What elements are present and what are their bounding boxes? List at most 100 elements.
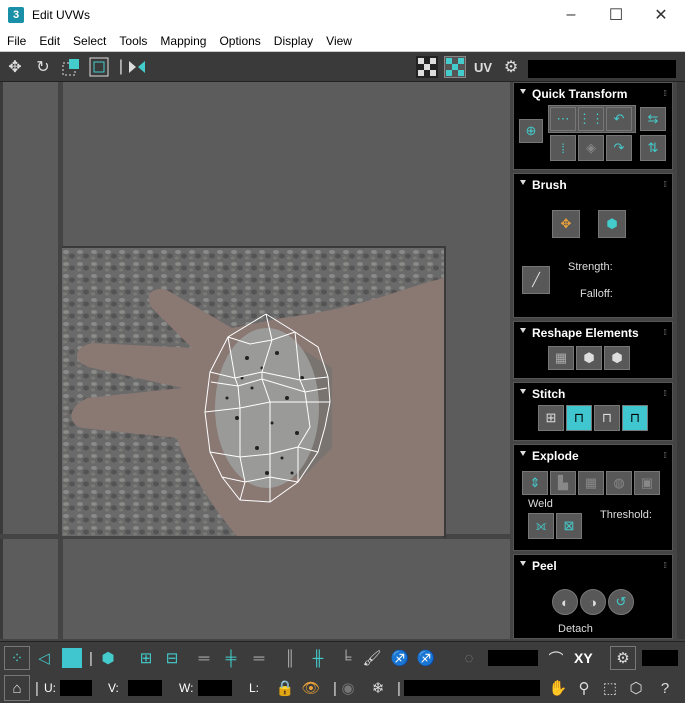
show-icon[interactable]: ◉ xyxy=(336,675,360,701)
stitch-to-source-button[interactable]: ⊓ xyxy=(566,405,592,431)
brush-falloff-button[interactable]: ╱ xyxy=(522,266,550,294)
stitch-average-button[interactable]: ⊓ xyxy=(594,405,620,431)
menu-edit[interactable]: Edit xyxy=(32,34,66,48)
zoom-extents-icon[interactable]: ⬡ xyxy=(624,675,648,701)
collapse-arrow-icon[interactable] xyxy=(520,451,526,456)
move-icon[interactable]: ✥ xyxy=(4,56,26,78)
explode-to-islands-button[interactable]: ▙ xyxy=(550,471,576,495)
grip-icon[interactable]: ⁞⁞ xyxy=(664,389,668,398)
rotate-cw-button[interactable]: ↷ xyxy=(606,135,632,161)
collapse-arrow-icon[interactable] xyxy=(520,180,526,185)
hide-icon[interactable]: 👁 xyxy=(298,675,324,701)
grip-icon[interactable]: ⁞⁞ xyxy=(664,180,668,189)
flatten-by-polygon-button[interactable]: ▦ xyxy=(578,471,604,495)
grow-selection-icon[interactable]: ⊞ xyxy=(134,646,158,670)
edge-ring-icon[interactable]: ╪ xyxy=(218,646,244,670)
texture-dropdown[interactable] xyxy=(528,60,676,78)
straighten-button[interactable]: ▦ xyxy=(548,346,574,370)
freeze-icon[interactable]: ❄ xyxy=(366,675,390,701)
align-horizontal-button[interactable]: ⋯ xyxy=(550,107,576,131)
element-select-icon[interactable]: ⬢ xyxy=(96,646,120,670)
center-pivot-button[interactable]: ⊕ xyxy=(519,119,543,143)
brush-title[interactable]: Brush xyxy=(532,178,567,192)
menu-tools[interactable]: Tools xyxy=(112,34,153,48)
lscm-peel-button[interactable]: ◑ xyxy=(580,589,606,615)
menu-select[interactable]: Select xyxy=(66,34,112,48)
display-value-field[interactable] xyxy=(642,650,678,666)
soft-select-icon[interactable]: ◌ xyxy=(456,646,482,670)
menu-view[interactable]: View xyxy=(319,34,358,48)
u-field[interactable] xyxy=(60,680,92,696)
rotate-ccw-button[interactable]: ↶ xyxy=(606,107,632,131)
soft-select-value[interactable] xyxy=(488,650,538,666)
flatten-by-smoothing-button[interactable]: ◍ xyxy=(606,471,632,495)
uv-toggle[interactable]: UV xyxy=(472,56,494,78)
falloff-curve-icon[interactable]: ⌒ xyxy=(544,646,568,670)
minimize-button[interactable]: – xyxy=(548,0,594,30)
zoom-region-icon[interactable]: ⬚ xyxy=(598,675,622,701)
grip-icon[interactable]: ⁞⁞ xyxy=(664,451,668,460)
relax-brush-button[interactable]: ⬢ xyxy=(598,210,626,238)
help-icon[interactable]: ? xyxy=(652,675,678,701)
collapse-arrow-icon[interactable] xyxy=(520,389,526,394)
menu-display[interactable]: Display xyxy=(267,34,319,48)
stitch-custom-button[interactable]: ⊞ xyxy=(538,405,564,431)
weld-selected-button[interactable]: ⟗ xyxy=(528,513,554,539)
collapse-arrow-icon[interactable] xyxy=(520,328,526,333)
reset-peel-button[interactable]: ↺ xyxy=(608,589,634,615)
face-select-icon[interactable] xyxy=(60,646,84,670)
freeform-icon[interactable] xyxy=(88,56,110,78)
quick-transform-title[interactable]: Quick Transform xyxy=(532,87,627,101)
reshape-elements-title[interactable]: Reshape Elements xyxy=(532,326,639,340)
space-button[interactable]: ◈ xyxy=(578,135,604,161)
lock-icon[interactable]: 🔒 xyxy=(274,675,296,701)
space-horizontal-button[interactable]: ⁞ xyxy=(550,135,576,161)
relax-until-flat-button[interactable]: ⬢ xyxy=(576,346,602,370)
xy-label[interactable]: XY xyxy=(574,650,593,666)
peel-title[interactable]: Peel xyxy=(532,559,557,573)
edge-loop-icon[interactable]: ═ xyxy=(192,646,216,670)
absolute-offset-icon[interactable]: ⌂ xyxy=(4,675,30,701)
paint-move-brush-button[interactable]: ✥ xyxy=(552,210,580,238)
menu-options[interactable]: Options xyxy=(212,34,266,48)
w-field[interactable] xyxy=(198,680,232,696)
collapse-arrow-icon[interactable] xyxy=(520,89,526,94)
uv-viewport[interactable] xyxy=(0,82,510,639)
paint-grow-icon[interactable]: ♐ xyxy=(388,646,412,670)
pan-icon[interactable]: ✋ xyxy=(546,675,570,701)
space-v-button[interactable]: ⇅ xyxy=(640,135,666,161)
grip-icon[interactable]: ⁞⁞ xyxy=(664,89,668,98)
edge-loop-shrink-icon[interactable]: ═ xyxy=(246,646,272,670)
maximize-button[interactable]: ☐ xyxy=(593,0,639,30)
zoom-icon[interactable]: ⚲ xyxy=(572,675,596,701)
break-button[interactable]: ⇕ xyxy=(522,471,548,495)
weld-target-button[interactable]: ⊠ xyxy=(556,513,582,539)
texture-checker-icon[interactable] xyxy=(444,56,466,78)
grip-icon[interactable]: ⁞⁞ xyxy=(664,328,668,337)
align-vertical-button[interactable]: ⋮⋮ xyxy=(578,107,604,131)
checker-icon[interactable] xyxy=(416,56,438,78)
scale-icon[interactable] xyxy=(60,56,82,78)
uv-mesh[interactable] xyxy=(0,82,510,639)
space-h-button[interactable]: ⇆ xyxy=(640,107,666,131)
ring-grow-icon[interactable]: ║ xyxy=(278,646,302,670)
panel-scrollbar[interactable] xyxy=(677,82,685,639)
ring-select-icon[interactable]: ╫ xyxy=(306,646,330,670)
flatten-by-material-button[interactable]: ▣ xyxy=(634,471,660,495)
v-field[interactable] xyxy=(128,680,162,696)
grip-icon[interactable]: ⁞⁞ xyxy=(664,561,668,570)
rotate-icon[interactable]: ↻ xyxy=(32,56,54,78)
settings-checker-icon[interactable]: ⚙ xyxy=(500,56,522,78)
collapse-arrow-icon[interactable] xyxy=(520,561,526,566)
stitch-title[interactable]: Stitch xyxy=(532,387,565,401)
edge-select-icon[interactable]: ◁ xyxy=(32,646,56,670)
paint-shrink-icon[interactable]: ♐ xyxy=(414,646,438,670)
point-to-point-icon[interactable]: ╘ xyxy=(334,646,358,670)
quick-peel-button[interactable]: ◐ xyxy=(552,589,578,615)
relax-button[interactable]: ⬢ xyxy=(604,346,630,370)
explode-title[interactable]: Explode xyxy=(532,449,579,463)
stitch-to-target-button[interactable]: ⊓ xyxy=(622,405,648,431)
close-button[interactable]: ✕ xyxy=(638,0,684,30)
selection-set-field[interactable] xyxy=(404,680,540,696)
menu-mapping[interactable]: Mapping xyxy=(153,34,212,48)
